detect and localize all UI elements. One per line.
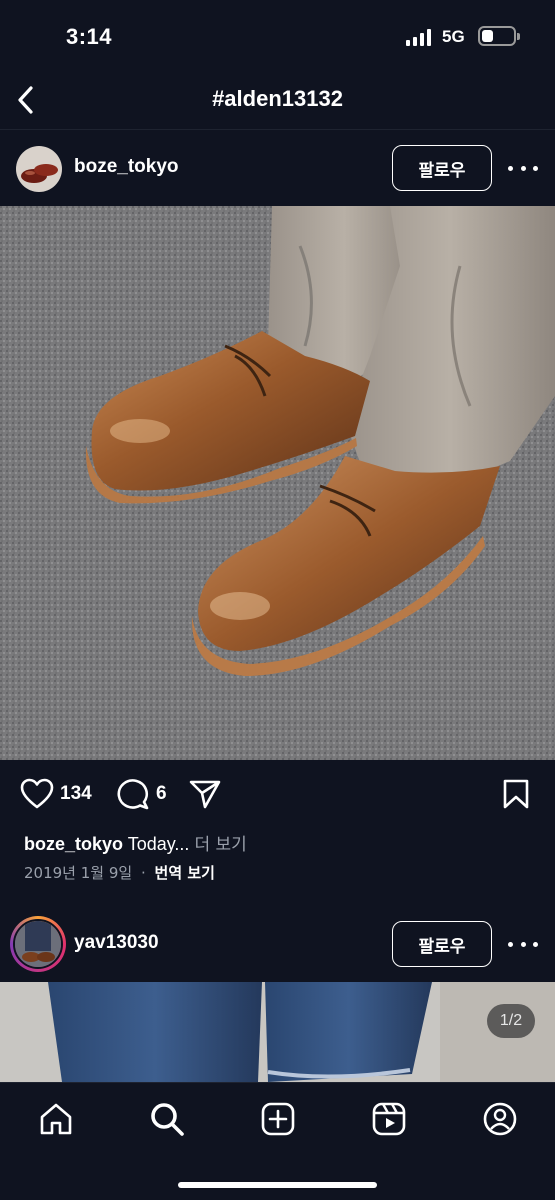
meta-separator: · bbox=[140, 864, 146, 882]
follow-button[interactable]: 팔로우 bbox=[392, 145, 492, 191]
reels-icon bbox=[372, 1102, 406, 1136]
home-icon bbox=[40, 1103, 72, 1135]
search-icon bbox=[151, 1103, 184, 1136]
share-button[interactable] bbox=[188, 778, 222, 810]
save-button[interactable] bbox=[502, 778, 530, 810]
more-options-button[interactable] bbox=[508, 158, 538, 178]
post-header: boze_tokyo 팔로우 bbox=[0, 130, 555, 206]
post-username[interactable]: yav13030 bbox=[74, 932, 159, 954]
avatar[interactable] bbox=[16, 146, 62, 192]
tab-create[interactable] bbox=[258, 1099, 298, 1139]
status-time: 3:14 bbox=[66, 24, 113, 49]
home-indicator bbox=[178, 1182, 377, 1188]
comment-count: 6 bbox=[156, 783, 167, 804]
post-actions: 134 6 bbox=[0, 770, 555, 820]
comment-icon bbox=[117, 779, 149, 810]
caption-more-link[interactable]: 더 보기 bbox=[194, 835, 246, 855]
translate-link[interactable]: 번역 보기 bbox=[155, 864, 215, 882]
post-date: 2019년 1월 9일 bbox=[24, 864, 133, 882]
heart-icon bbox=[20, 778, 54, 809]
tab-home[interactable] bbox=[36, 1099, 76, 1139]
caption-username[interactable]: boze_tokyo bbox=[24, 834, 123, 854]
post-username[interactable]: boze_tokyo bbox=[74, 156, 179, 178]
top-nav: #alden13132 bbox=[0, 74, 555, 130]
follow-button[interactable]: 팔로우 bbox=[392, 921, 492, 967]
like-button[interactable]: 134 bbox=[20, 778, 92, 810]
tab-reels[interactable] bbox=[369, 1099, 409, 1139]
network-label: 5G bbox=[442, 27, 465, 46]
send-icon bbox=[189, 780, 221, 809]
profile-icon bbox=[483, 1102, 517, 1136]
caption-text: Today... bbox=[127, 834, 190, 854]
bookmark-icon bbox=[503, 779, 529, 809]
more-options-button[interactable] bbox=[508, 934, 538, 954]
post-image[interactable] bbox=[0, 206, 555, 760]
battery-icon bbox=[478, 26, 520, 46]
like-count: 134 bbox=[60, 783, 92, 804]
tab-profile[interactable] bbox=[480, 1099, 520, 1139]
signal-icon bbox=[406, 28, 431, 46]
ellipsis-icon bbox=[508, 941, 513, 947]
post-meta: 2019년 1월 9일 · 번역 보기 bbox=[24, 862, 215, 883]
post-caption: boze_tokyo Today... 더 보기 bbox=[24, 830, 247, 855]
create-icon bbox=[261, 1102, 295, 1136]
avatar[interactable] bbox=[10, 916, 66, 972]
tab-search[interactable] bbox=[147, 1099, 187, 1139]
page-title: #alden13132 bbox=[212, 86, 343, 111]
ellipsis-icon bbox=[508, 165, 513, 171]
status-bar: 3:14 5G bbox=[0, 0, 555, 74]
carousel-page-indicator: 1/2 bbox=[487, 1004, 535, 1038]
post-image[interactable] bbox=[0, 982, 555, 1082]
post-header: yav13030 팔로우 bbox=[0, 906, 555, 982]
comment-button[interactable]: 6 bbox=[116, 778, 167, 810]
